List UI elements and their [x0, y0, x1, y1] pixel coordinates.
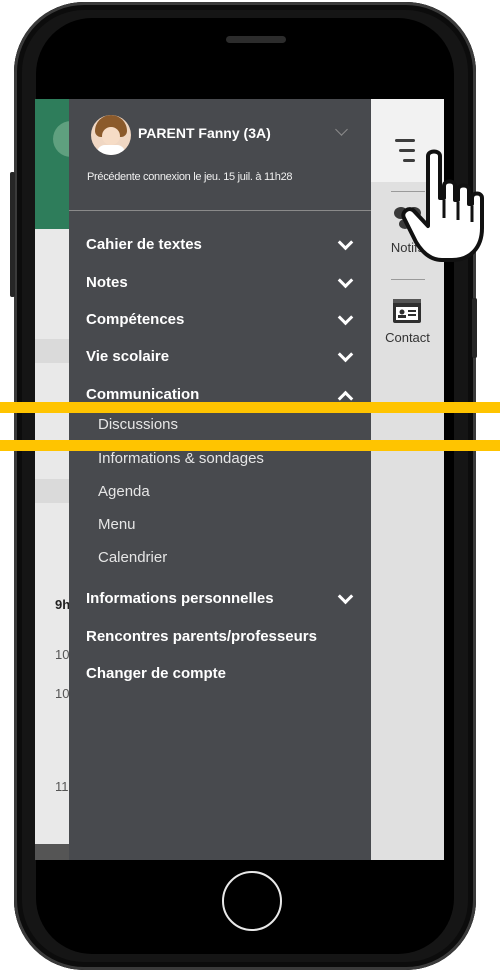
menu-item-vie-scolaire[interactable]: Vie scolaire [69, 343, 371, 373]
menu-item-label: Notes [86, 274, 128, 291]
submenu-label: Agenda [98, 483, 150, 500]
background-time: 9h [55, 597, 71, 612]
chevron-down-icon [337, 234, 354, 251]
menu-item-label: Cahier de textes [86, 236, 202, 253]
highlight-stripe-top [0, 402, 500, 413]
drawer-divider [69, 210, 371, 211]
speaker-grille [226, 36, 286, 43]
highlight-stripe-bottom [0, 440, 500, 451]
contact-label[interactable]: Contact [371, 330, 444, 345]
home-button[interactable] [222, 871, 282, 931]
submenu-label: Informations & sondages [98, 450, 264, 467]
panel-divider [391, 279, 425, 280]
menu-item-informations-personnelles[interactable]: Informations personnelles [69, 585, 371, 615]
profile-header[interactable]: PARENT Fanny (3A) Précédente connexion l… [69, 99, 371, 211]
submenu-item-calendrier[interactable]: Calendrier [69, 544, 371, 572]
user-name: PARENT Fanny (3A) [138, 125, 271, 141]
menu-item-cahier-de-textes[interactable]: Cahier de textes [69, 231, 371, 261]
background-footer [35, 844, 69, 860]
navigation-drawer: PARENT Fanny (3A) Précédente connexion l… [69, 99, 371, 860]
submenu-item-agenda[interactable]: Agenda [69, 478, 371, 506]
menu-item-notes[interactable]: Notes [69, 269, 371, 299]
submenu-item-discussions[interactable]: Discussions [69, 411, 371, 439]
chevron-down-icon [337, 272, 354, 289]
avatar [91, 115, 131, 155]
menu-item-label: Compétences [86, 311, 185, 328]
volume-button [10, 172, 15, 297]
app-screen: 9h 10h 10h 11h Notifs Contact PARENT Fan… [35, 99, 444, 860]
contact-card-icon[interactable] [393, 299, 421, 323]
menu-item-label: Communication [86, 386, 200, 403]
menu-item-label: Vie scolaire [86, 348, 170, 365]
menu-item-label: Informations personnelles [86, 590, 274, 607]
menu-item-changer-de-compte[interactable]: Changer de compte [69, 660, 371, 690]
chevron-down-icon [337, 346, 354, 363]
submenu-label: Discussions [98, 416, 179, 433]
menu-item-rencontres[interactable]: Rencontres parents/professeurs [69, 623, 371, 653]
chevron-down-icon[interactable] [335, 123, 348, 136]
background-row [35, 479, 69, 503]
menu-item-competences[interactable]: Compétences [69, 306, 371, 336]
pointing-hand-cursor [401, 149, 484, 262]
menu-item-label: Rencontres parents/professeurs [86, 628, 317, 645]
last-login-text: Précédente connexion le jeu. 15 juil. à … [87, 171, 293, 183]
menu-item-label: Changer de compte [86, 665, 227, 682]
submenu-label: Menu [98, 516, 136, 533]
chevron-down-icon [337, 588, 354, 605]
chevron-down-icon [337, 309, 354, 326]
power-button [472, 298, 477, 358]
submenu-label: Calendrier [98, 549, 168, 566]
background-row [35, 339, 69, 363]
submenu-item-menu[interactable]: Menu [69, 511, 371, 539]
background-header [35, 99, 69, 229]
